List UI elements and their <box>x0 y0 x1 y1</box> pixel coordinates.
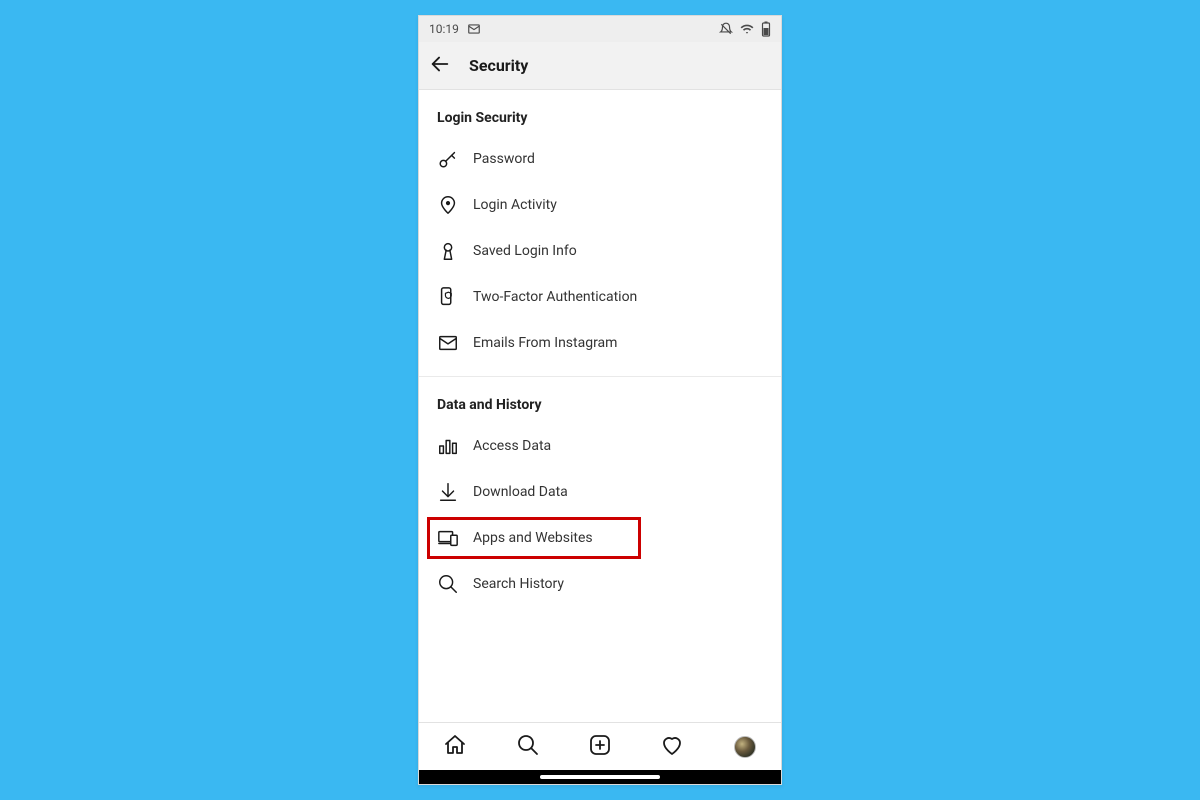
search-icon <box>437 573 459 595</box>
nav-search[interactable] <box>508 727 548 767</box>
phone-shield-icon <box>437 286 459 308</box>
row-saved-login-info[interactable]: Saved Login Info <box>419 228 781 274</box>
gesture-pill <box>540 775 660 779</box>
status-time: 10:19 <box>429 22 459 36</box>
row-label: Password <box>473 151 763 167</box>
envelope-icon <box>437 332 459 354</box>
row-label: Saved Login Info <box>473 243 763 259</box>
section-title-data-history: Data and History <box>419 377 781 423</box>
keyhole-icon <box>437 240 459 262</box>
row-search-history[interactable]: Search History <box>419 561 781 607</box>
key-icon <box>437 148 459 170</box>
devices-icon <box>437 527 459 549</box>
plus-square-icon <box>588 733 612 761</box>
back-icon[interactable] <box>429 53 451 79</box>
row-login-activity[interactable]: Login Activity <box>419 182 781 228</box>
settings-content: Login Security Password Login Activity <box>419 90 781 722</box>
notifications-muted-icon <box>719 22 733 36</box>
heart-icon <box>660 733 684 761</box>
row-apps-and-websites[interactable]: Apps and Websites <box>419 515 781 561</box>
download-icon <box>437 481 459 503</box>
row-access-data[interactable]: Access Data <box>419 423 781 469</box>
nav-create[interactable] <box>580 727 620 767</box>
row-emails-from-instagram[interactable]: Emails From Instagram <box>419 320 781 366</box>
app-bar: Security <box>419 42 781 90</box>
mail-icon <box>467 22 481 36</box>
row-label: Emails From Instagram <box>473 335 763 351</box>
phone-frame: 10:19 <box>418 15 782 785</box>
nav-activity[interactable] <box>652 727 692 767</box>
battery-icon <box>761 21 771 37</box>
location-pin-icon <box>437 194 459 216</box>
page-title: Security <box>469 56 528 75</box>
home-icon <box>443 733 467 761</box>
section-title-login-security: Login Security <box>419 90 781 136</box>
nav-profile[interactable] <box>725 727 765 767</box>
wifi-icon <box>739 22 755 36</box>
row-label: Two-Factor Authentication <box>473 289 763 305</box>
gesture-bar <box>419 770 781 784</box>
row-label: Download Data <box>473 484 763 500</box>
row-download-data[interactable]: Download Data <box>419 469 781 515</box>
avatar-icon <box>734 736 756 758</box>
row-label: Access Data <box>473 438 763 454</box>
search-icon <box>516 733 540 761</box>
row-label: Search History <box>473 576 763 592</box>
status-bar: 10:19 <box>419 16 781 42</box>
nav-home[interactable] <box>435 727 475 767</box>
row-password[interactable]: Password <box>419 136 781 182</box>
row-label: Login Activity <box>473 197 763 213</box>
row-label: Apps and Websites <box>473 530 763 546</box>
bottom-nav <box>419 722 781 770</box>
bar-chart-icon <box>437 435 459 457</box>
row-two-factor-auth[interactable]: Two-Factor Authentication <box>419 274 781 320</box>
